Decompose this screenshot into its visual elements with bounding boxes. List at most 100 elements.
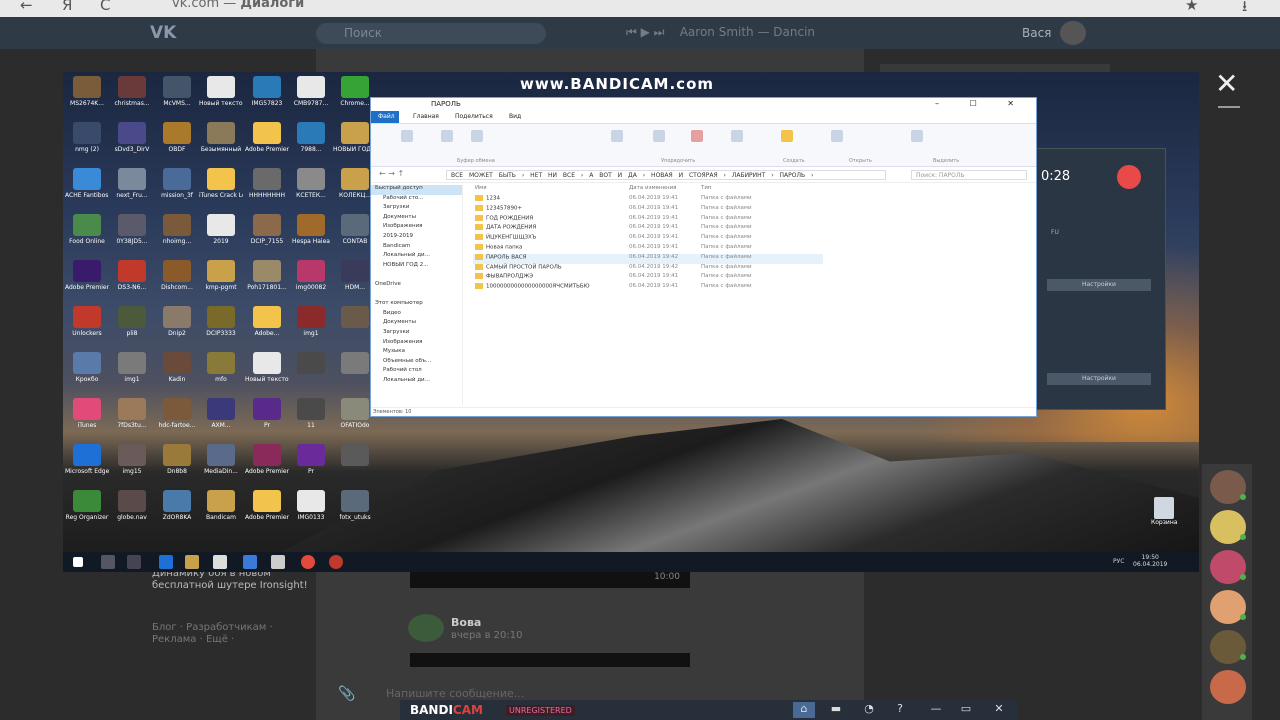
- tab-view[interactable]: Вид: [509, 113, 521, 120]
- desktop-icon[interactable]: nhoimg...: [155, 214, 199, 258]
- desktop-icon[interactable]: mission_3f: [155, 168, 199, 212]
- desktop-icon[interactable]: Kadin: [155, 352, 199, 396]
- tab-share[interactable]: Поделиться: [455, 113, 493, 120]
- nav-item[interactable]: Этот компьютер: [371, 300, 462, 310]
- file-row[interactable]: ФЫВАПРОЛДЖЭ 06.04.2019 19:41 Папка с файла…: [473, 273, 823, 283]
- language-indicator[interactable]: РУС: [1113, 558, 1124, 565]
- url-bar[interactable]: vk.com — Диалоги: [172, 0, 304, 11]
- desktop-icon[interactable]: 7988...: [289, 122, 333, 166]
- rename-icon[interactable]: [731, 130, 743, 142]
- explorer-search-input[interactable]: Поиск: ПАРОЛЬ: [911, 170, 1027, 180]
- desktop-icon[interactable]: OBDF: [155, 122, 199, 166]
- search-icon[interactable]: [101, 555, 115, 569]
- desktop-icon[interactable]: Новый текстов...: [245, 352, 289, 396]
- system-clock[interactable]: 19:50 06.04.2019: [1133, 554, 1167, 568]
- properties-icon[interactable]: [831, 130, 843, 142]
- desktop-icon[interactable]: christmas...: [110, 76, 154, 120]
- pin-icon[interactable]: [401, 130, 413, 142]
- footer-links[interactable]: Блог · Разработчикам · Реклама · Ещё ·: [152, 622, 312, 646]
- desktop-icon[interactable]: 0Y38JD5...: [110, 214, 154, 258]
- chat-avatar[interactable]: [1210, 670, 1246, 704]
- desktop-icon[interactable]: Adobe Premiere P...: [245, 122, 289, 166]
- back-button[interactable]: ←: [20, 0, 33, 14]
- tab-home[interactable]: Главная: [413, 113, 439, 120]
- copy-icon[interactable]: [441, 130, 453, 142]
- desktop-icon[interactable]: fotx_utuks: [333, 490, 377, 534]
- delete-icon[interactable]: [691, 130, 703, 142]
- desktop-icon[interactable]: CMB9787...: [289, 76, 333, 120]
- nav-item[interactable]: НОВЫЙ ГОД 2...: [371, 262, 462, 272]
- start-icon[interactable]: [73, 557, 83, 567]
- file-row[interactable]: ЙЦУКЕНГШЩЗХЪ 06.04.2019 19:41 Папка с файл…: [473, 234, 823, 244]
- audio-player[interactable]: ⏮ ▶ ⏭ Aaron Smith — Dancin: [626, 25, 815, 40]
- desktop-icon[interactable]: Microsoft Edge: [65, 444, 109, 488]
- message-author[interactable]: Вова: [451, 616, 481, 629]
- address-bar[interactable]: ВСЕ МОЖЕТ БЫТЬ › НЕТ НИ ВСЕ › А ВОТ И ДА…: [446, 170, 886, 180]
- nav-item[interactable]: Изображения: [371, 223, 462, 233]
- file-row[interactable]: 1234 06.04.2019 19:41 Папка с файлами: [473, 195, 823, 205]
- desktop-icon[interactable]: MS2674K...: [65, 76, 109, 120]
- desktop-icon[interactable]: [289, 352, 333, 396]
- column-name[interactable]: Имя: [475, 185, 487, 191]
- nav-item[interactable]: Загрузки: [371, 204, 462, 214]
- nav-item[interactable]: [371, 291, 462, 301]
- file-explorer-window[interactable]: ПАРОЛЬ – ☐ ✕ Файл Главная Поделиться Вид…: [370, 97, 1037, 417]
- desktop-icon[interactable]: kmp-pgmt: [199, 260, 243, 304]
- select-all-icon[interactable]: [911, 130, 923, 142]
- explorer-icon[interactable]: [185, 555, 199, 569]
- home-icon[interactable]: ⌂: [793, 702, 815, 718]
- desktop-icon[interactable]: hdc-fartoe...: [155, 398, 199, 442]
- desktop-icon[interactable]: КСЕТЁК...: [289, 168, 333, 212]
- explorer-titlebar[interactable]: ПАРОЛЬ – ☐ ✕: [371, 98, 1036, 111]
- desktop-icon[interactable]: Unlockers: [65, 306, 109, 350]
- close-icon[interactable]: ✕: [1215, 70, 1238, 98]
- move-icon[interactable]: [611, 130, 623, 142]
- desktop-icon[interactable]: Poh171801...: [245, 260, 289, 304]
- chrome-icon[interactable]: [301, 555, 315, 569]
- settings-button-2[interactable]: Настройки: [1047, 373, 1151, 385]
- desktop-icon[interactable]: Dishcom...: [155, 260, 199, 304]
- nav-item[interactable]: Локальный ди...: [371, 377, 462, 387]
- bandicam-task-icon[interactable]: [329, 555, 343, 569]
- bookmark-star-icon[interactable]: ★: [1185, 0, 1198, 14]
- record-stop-button[interactable]: [1117, 165, 1141, 189]
- tab-file[interactable]: Файл: [371, 111, 399, 123]
- file-row[interactable]: Новая папка 06.04.2019 19:41 Папка с файла…: [473, 243, 823, 254]
- nav-item[interactable]: [371, 271, 462, 281]
- nav-item[interactable]: Видео: [371, 310, 462, 320]
- desktop-icon[interactable]: img1: [289, 306, 333, 350]
- desktop-icon[interactable]: ZdOR8KA: [155, 490, 199, 534]
- desktop-icon[interactable]: img15: [110, 444, 154, 488]
- minimize-icon[interactable]: [1218, 106, 1240, 108]
- folder-icon[interactable]: ▬: [825, 702, 847, 718]
- task-view-icon[interactable]: [127, 555, 141, 569]
- desktop-icon[interactable]: Pr: [289, 444, 333, 488]
- desktop-icon[interactable]: Крокбо: [65, 352, 109, 396]
- desktop-icon[interactable]: iTunes: [65, 398, 109, 442]
- nav-item[interactable]: Музыка: [371, 348, 462, 358]
- message-input[interactable]: Напишите сообщение...: [386, 687, 524, 700]
- desktop-icon[interactable]: AXM...: [199, 398, 243, 442]
- avatar[interactable]: [1060, 21, 1086, 45]
- desktop-icon[interactable]: next_Fru...: [110, 168, 154, 212]
- desktop-icon[interactable]: 2019: [199, 214, 243, 258]
- nav-arrows-icon[interactable]: ← → ↑: [379, 169, 404, 178]
- desktop-icon[interactable]: Adobe Premiere...: [245, 490, 289, 534]
- desktop-icon[interactable]: HHHHHHHH: [245, 168, 289, 212]
- nav-item[interactable]: Рабочий сто...: [371, 195, 462, 205]
- nav-item[interactable]: OneDrive: [371, 281, 462, 291]
- desktop-icon[interactable]: Hespa Haiea: [289, 214, 333, 258]
- desktop-icon[interactable]: Adobe Premiere...: [245, 444, 289, 488]
- bandicam-panel[interactable]: 0:28 FU Настройки Настройки: [1036, 148, 1166, 410]
- nav-item[interactable]: Локальный ди...: [371, 252, 462, 262]
- nav-item[interactable]: Загрузки: [371, 329, 462, 339]
- attach-icon[interactable]: 📎: [338, 686, 355, 702]
- vk-search-input[interactable]: Поиск: [316, 23, 546, 44]
- desktop-icon[interactable]: Безымянный: [199, 122, 243, 166]
- window-controls[interactable]: – ☐ ✕: [935, 99, 1028, 108]
- restore-icon[interactable]: ▭: [955, 702, 977, 718]
- video-attachment[interactable]: 10:00: [410, 572, 690, 588]
- file-row[interactable]: 1000000000000000000ЯЧСМИТЬБЮ 06.04.2019 1…: [473, 283, 823, 293]
- yandex-button[interactable]: Я: [62, 0, 72, 14]
- desktop-icon[interactable]: 11: [289, 398, 333, 442]
